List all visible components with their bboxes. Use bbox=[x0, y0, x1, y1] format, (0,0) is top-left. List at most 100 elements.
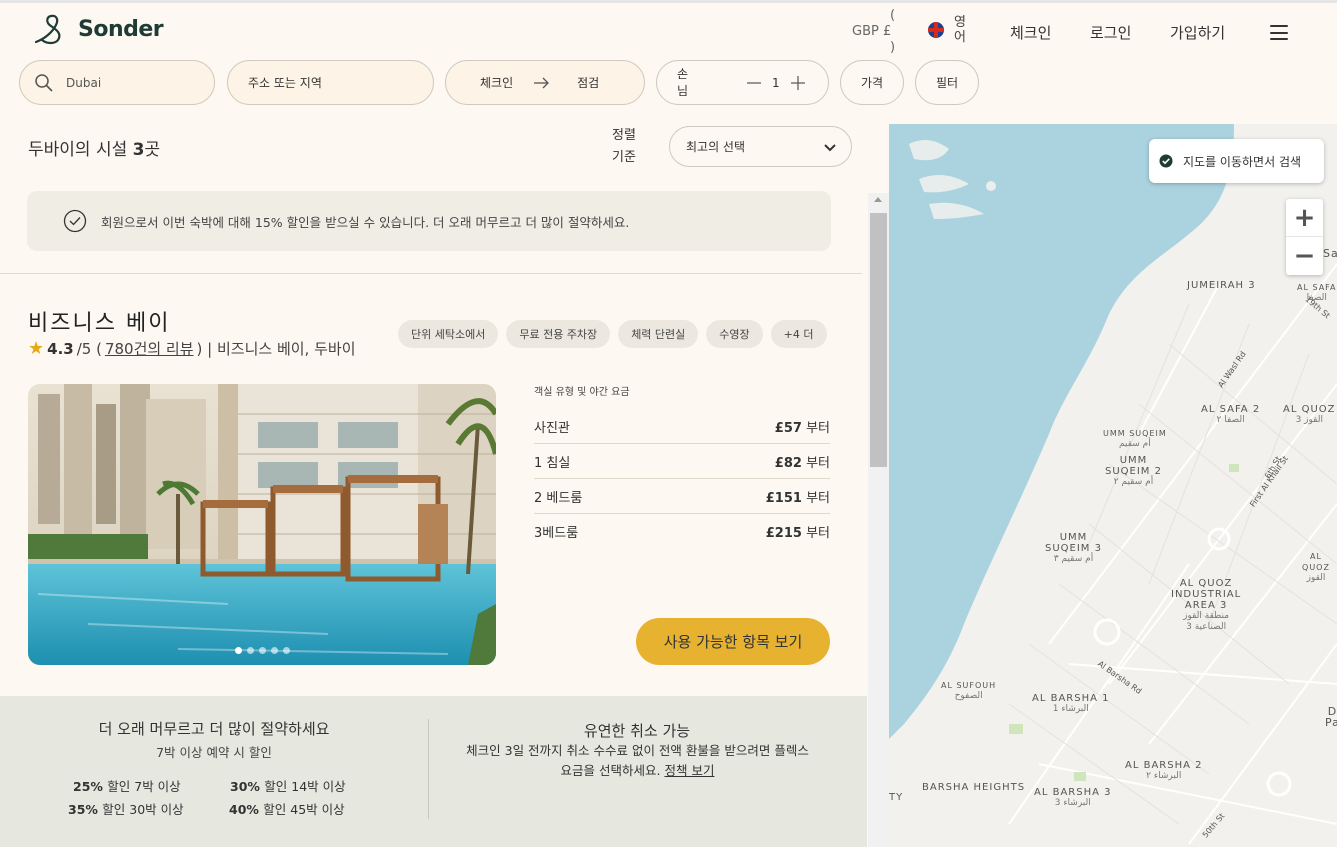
currency-paren-close: ) bbox=[890, 40, 896, 55]
room-types-header: 객실 유형 및 야간 요금 bbox=[534, 387, 630, 398]
property-photo[interactable] bbox=[28, 384, 496, 665]
room-row[interactable]: 사진관 £57 부터 bbox=[534, 409, 830, 444]
results-title-prefix: 두바이의 시설 bbox=[28, 140, 133, 160]
discount-rest: 할인 14박 이상 bbox=[264, 779, 346, 794]
rating-value: 4.3 bbox=[47, 339, 74, 358]
room-type: 1 침실 bbox=[534, 455, 571, 471]
map-label-text: AL BARSHA 3 bbox=[1034, 787, 1112, 798]
discount-item: 25% 할인 7박 이상 bbox=[73, 776, 181, 795]
room-price-suffix: 부터 bbox=[801, 490, 830, 506]
map-panel[interactable]: JUMEIRAH 3 AL SAFA الصفا AL SAFA 2 الصفا ٢… bbox=[889, 124, 1337, 847]
carousel-dot[interactable] bbox=[259, 647, 266, 654]
currency-paren-open: ( bbox=[890, 8, 896, 23]
scroll-up-arrow-icon[interactable] bbox=[874, 197, 882, 202]
nav-signup[interactable]: 가입하기 bbox=[1170, 22, 1225, 43]
room-price-value: £151 bbox=[765, 490, 802, 506]
map-label-al-quoz-3: AL QUOZ القوز 3 bbox=[1283, 404, 1336, 426]
nav-checkin[interactable]: 체크인 bbox=[1010, 22, 1051, 43]
room-price-value: £215 bbox=[765, 526, 802, 541]
carousel-dot[interactable] bbox=[283, 647, 290, 654]
discount-pct: 40% bbox=[229, 802, 264, 817]
room-price-suffix: 부터 bbox=[801, 420, 830, 436]
top-header: Sonder ( GBP £ ) 영어 체크인 로그인 가입하기 bbox=[0, 0, 1337, 60]
map-label-text: Pa bbox=[1325, 716, 1337, 729]
reviews-link[interactable]: 780건의 리뷰 bbox=[105, 338, 194, 359]
zoom-in-button[interactable]: + bbox=[1286, 199, 1323, 237]
carousel-dot[interactable] bbox=[235, 647, 242, 654]
map-label-al-quoz-industrial-3: AL QUOZ INDUSTRIAL AREA 3 منطقة القوز الصناع… bbox=[1171, 578, 1241, 633]
map-label-text: AL QUOZ bbox=[1179, 578, 1233, 589]
star-icon: ★ bbox=[28, 338, 45, 359]
discount-item: 30% 할인 14박 이상 bbox=[230, 776, 346, 795]
map-label-arabic: البرشاء ٢ bbox=[1146, 771, 1182, 781]
discount-item: 35% 할인 30박 이상 bbox=[68, 799, 184, 818]
room-type: 3베드룸 bbox=[534, 526, 579, 541]
map-label-al-barsha-1: AL BARSHA 1 البرشاء 1 bbox=[1032, 693, 1110, 715]
amenity-tags: 단위 세탁소에서 무료 전용 주차장 체력 단련실 수영장 +4 더 bbox=[398, 320, 827, 348]
address-placeholder: 주소 또는 지역 bbox=[248, 76, 322, 90]
room-price-value: £57 bbox=[774, 420, 802, 436]
discount-rest: 할인 7박 이상 bbox=[107, 779, 181, 794]
amenity-tag: 수영장 bbox=[706, 320, 763, 348]
price-button[interactable]: 가격 bbox=[840, 60, 904, 105]
room-row[interactable]: 1 침실 £82 부터 bbox=[534, 444, 830, 479]
guests-stepper: 손님 1 bbox=[656, 60, 829, 105]
amenity-tag: 단위 세탁소에서 bbox=[398, 320, 499, 348]
carousel-dot[interactable] bbox=[271, 647, 278, 654]
filter-button[interactable]: 필터 bbox=[915, 60, 979, 105]
map-label-text: AL QUOZ bbox=[1302, 552, 1330, 572]
uk-flag-icon bbox=[928, 22, 944, 38]
room-price-value: £82 bbox=[774, 455, 802, 471]
map-label-edge-ty: TY bbox=[889, 792, 904, 803]
map-label-barsha-heights: BARSHA HEIGHTS bbox=[922, 782, 1026, 793]
zoom-out-button[interactable]: − bbox=[1286, 237, 1323, 275]
sort-value: 최고의 선택 bbox=[686, 140, 746, 154]
map-label-text: AREA 3 bbox=[1184, 600, 1228, 611]
search-as-map-moves-toggle[interactable]: 지도를 이동하면서 검색 bbox=[1149, 139, 1324, 183]
date-range-picker[interactable]: 체크인 점검 bbox=[445, 60, 645, 105]
flex-cancel-text: 체크인 3일 전까지 취소 수수료 없이 전액 환불을 받으려면 플렉스 요금을… bbox=[460, 741, 815, 781]
arrow-right-icon bbox=[534, 77, 550, 88]
brand-logo[interactable]: Sonder bbox=[32, 13, 164, 45]
room-price: £82 부터 bbox=[775, 452, 830, 471]
location-input[interactable]: Dubai bbox=[19, 60, 215, 105]
price-button-label: 가격 bbox=[860, 76, 884, 90]
policy-link[interactable]: 정책 보기 bbox=[664, 763, 714, 778]
long-stay-title: 더 오래 머무르고 더 많이 절약하세요 bbox=[98, 720, 330, 738]
menu-icon[interactable] bbox=[1270, 25, 1288, 40]
plus-icon[interactable] bbox=[790, 75, 806, 91]
map-label-text: AL SUFOUH bbox=[941, 681, 997, 690]
sort-label: 정렬 기준 bbox=[612, 128, 636, 165]
location-value: Dubai bbox=[66, 75, 102, 90]
address-input[interactable]: 주소 또는 지역 bbox=[227, 60, 434, 105]
room-row[interactable]: 2 베드룸 £151 부터 bbox=[534, 479, 830, 514]
property-name[interactable]: 비즈니스 베이 bbox=[28, 305, 170, 337]
sort-dropdown[interactable]: 최고의 선택 bbox=[669, 126, 852, 167]
map-label-al-barsha-3: AL BARSHA 3 البرشاء 3 bbox=[1034, 787, 1112, 809]
carousel-dot[interactable] bbox=[247, 647, 254, 654]
map-label-al-barsha-2: AL BARSHA 2 البرشاء ٢ bbox=[1125, 760, 1203, 782]
map-zoom-controls: + − bbox=[1286, 199, 1323, 275]
amenity-more-tag[interactable]: +4 더 bbox=[770, 320, 827, 348]
discount-rest: 할인 30박 이상 bbox=[102, 802, 184, 817]
minus-icon[interactable] bbox=[746, 75, 762, 91]
room-price: £215 부터 bbox=[766, 522, 830, 541]
map-label-arabic: أم سقيم ٣ bbox=[1053, 554, 1094, 564]
room-price-suffix: 부터 bbox=[801, 455, 830, 471]
nav-login[interactable]: 로그인 bbox=[1090, 22, 1131, 43]
map-label-text: AL SAFA 2 bbox=[1201, 404, 1261, 415]
scroll-thumb[interactable] bbox=[870, 213, 887, 467]
language-selector[interactable]: 영어 bbox=[928, 15, 968, 45]
map-label-arabic: الصناعية 3 bbox=[1186, 622, 1227, 632]
results-scrollbar[interactable] bbox=[868, 193, 889, 847]
room-price-list: 사진관 £57 부터 1 침실 £82 부터 2 베드룸 £151 부터 3베드… bbox=[534, 409, 830, 549]
room-row[interactable]: 3베드룸 £215 부터 bbox=[534, 514, 830, 549]
promo-divider bbox=[428, 719, 429, 819]
amenity-tag: 체력 단련실 bbox=[618, 320, 699, 348]
map-label-edge-sa: Sa bbox=[1323, 247, 1337, 260]
map-label-text: AL BARSHA 2 bbox=[1125, 760, 1203, 771]
photo-carousel-dots[interactable] bbox=[235, 647, 290, 654]
map-label-text: AL SAFA bbox=[1297, 283, 1337, 292]
room-type: 2 베드룸 bbox=[534, 490, 583, 506]
view-availability-button[interactable]: 사용 가능한 항목 보기 bbox=[636, 618, 830, 665]
